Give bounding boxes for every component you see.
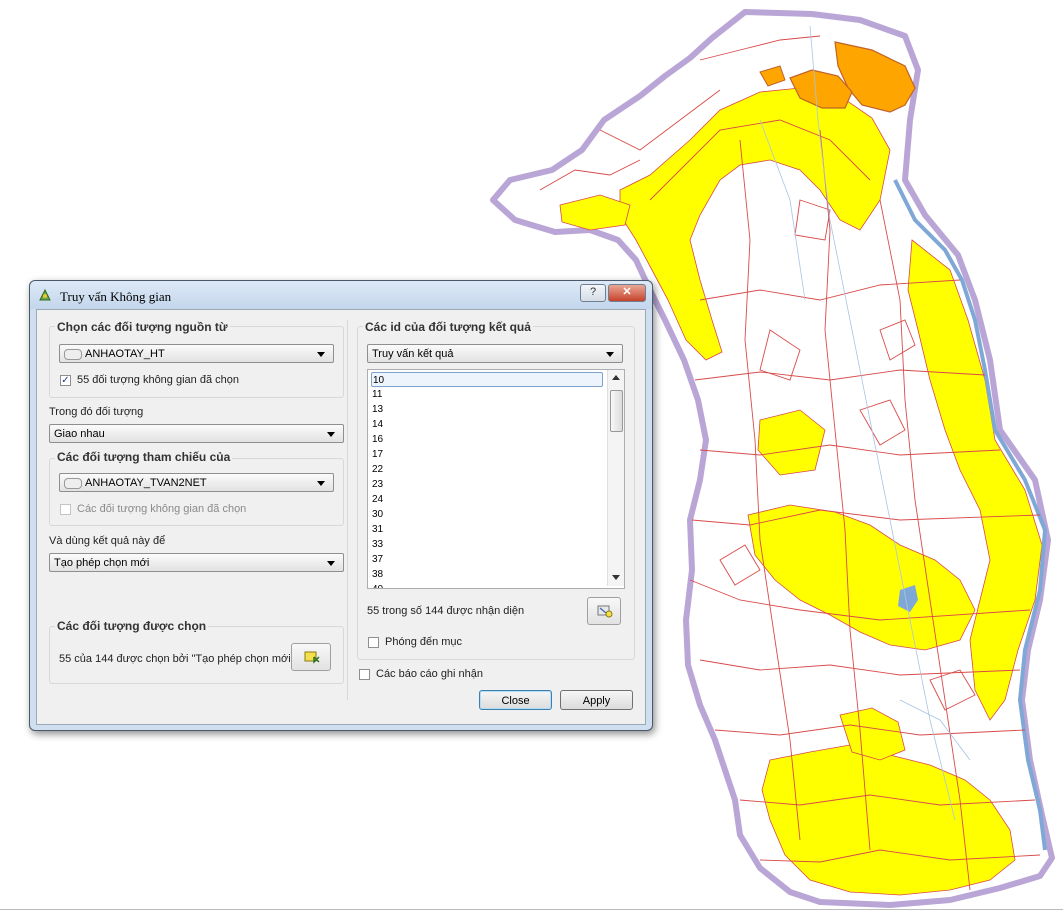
source-group-title: Chọn các đối tượng nguồn từ <box>55 320 230 334</box>
source-layer-value: ANHAOTAY_HT <box>85 348 165 360</box>
result-id-item[interactable]: 23 <box>371 477 603 492</box>
list-scrollbar[interactable] <box>607 370 624 586</box>
result-id-item[interactable]: 24 <box>371 492 603 507</box>
result-id-item[interactable]: 40 <box>371 582 603 588</box>
use-result-label: Và dùng kết quả này để <box>49 535 166 547</box>
result-id-item[interactable]: 13 <box>371 402 603 417</box>
query-result-value: Truy vấn kết quả <box>372 348 454 360</box>
scroll-down-icon[interactable] <box>612 575 620 580</box>
zoom-to-features-icon <box>597 604 613 618</box>
chevron-down-icon <box>317 481 325 486</box>
dialog-titlebar[interactable]: Truy vấn Không gian ? ✕ <box>30 281 652 309</box>
operation-value: Tạo phép chọn mới <box>54 557 150 569</box>
chevron-down-icon <box>327 561 335 566</box>
operation-select[interactable]: Tạo phép chọn mới <box>49 553 344 572</box>
log-messages-checkbox[interactable] <box>359 669 370 680</box>
select-features-button[interactable] <box>291 643 331 671</box>
result-id-item[interactable]: 16 <box>371 432 603 447</box>
chevron-down-icon <box>317 352 325 357</box>
qgis-icon <box>37 287 53 303</box>
reference-group-title: Các đối tượng tham chiếu của <box>55 450 233 464</box>
log-messages-label: Các báo cáo ghi nhận <box>376 668 484 680</box>
identified-summary: 55 trong số 144 được nhận diện <box>367 605 525 617</box>
polygon-layer-icon <box>64 348 82 360</box>
dialog-body: Chọn các đối tượng nguồn từ ANHAOTAY_HT … <box>36 309 646 725</box>
spatial-query-dialog: Truy vấn Không gian ? ✕ Chọn các đối tượ… <box>29 280 653 731</box>
source-layer-select[interactable]: ANHAOTAY_HT <box>59 344 334 363</box>
zoom-to-item-checkbox[interactable] <box>368 637 379 648</box>
select-features-icon <box>304 650 320 664</box>
scrollbar-thumb[interactable] <box>610 390 623 432</box>
result-id-item[interactable]: 11 <box>371 387 603 402</box>
status-divider <box>0 909 1063 910</box>
selected-group-title: Các đối tượng được chọn <box>55 619 209 633</box>
source-selected-label: 55 đối tượng không gian đã chọn <box>77 374 239 386</box>
scroll-up-icon[interactable] <box>612 375 620 380</box>
chevron-down-icon <box>606 352 614 357</box>
result-id-item[interactable]: 10 <box>371 372 603 387</box>
help-button[interactable]: ? <box>580 284 606 302</box>
close-button[interactable]: Close <box>479 690 552 710</box>
result-id-item[interactable]: 37 <box>371 552 603 567</box>
ids-group-title: Các id của đối tượng kết quả <box>363 320 533 334</box>
apply-button[interactable]: Apply <box>560 690 633 710</box>
reference-selected-label: Các đối tượng không gian đã chọn <box>77 503 247 515</box>
zoom-to-item-label: Phóng đến mục <box>385 636 463 648</box>
polygon-layer-icon <box>64 477 82 489</box>
predicate-select[interactable]: Giao nhau <box>49 424 344 443</box>
chevron-down-icon <box>327 432 335 437</box>
reference-layer-value: ANHAOTAY_TVAN2NET <box>85 477 207 489</box>
source-selected-checkbox[interactable]: ✓ <box>60 375 71 386</box>
predicate-value: Giao nhau <box>54 428 105 440</box>
zoom-selected-button[interactable] <box>587 597 621 625</box>
result-id-item[interactable]: 30 <box>371 507 603 522</box>
result-id-item[interactable]: 33 <box>371 537 603 552</box>
dialog-title: Truy vấn Không gian <box>60 289 172 304</box>
result-id-item[interactable]: 22 <box>371 462 603 477</box>
selected-summary: 55 của 144 được chọn bởi "Tạo phép chọn … <box>59 653 295 665</box>
where-label: Trong đó đối tượng <box>49 406 144 418</box>
result-id-item[interactable]: 31 <box>371 522 603 537</box>
column-divider <box>347 320 348 700</box>
reference-selected-checkbox[interactable] <box>60 504 71 515</box>
close-window-button[interactable]: ✕ <box>608 284 646 302</box>
result-id-item[interactable]: 17 <box>371 447 603 462</box>
result-id-item[interactable]: 14 <box>371 417 603 432</box>
result-id-item[interactable]: 38 <box>371 567 603 582</box>
query-result-select[interactable]: Truy vấn kết quả <box>367 344 623 363</box>
result-id-list[interactable]: 101113141617222324303133373840 <box>367 369 625 589</box>
reference-layer-select[interactable]: ANHAOTAY_TVAN2NET <box>59 473 334 492</box>
